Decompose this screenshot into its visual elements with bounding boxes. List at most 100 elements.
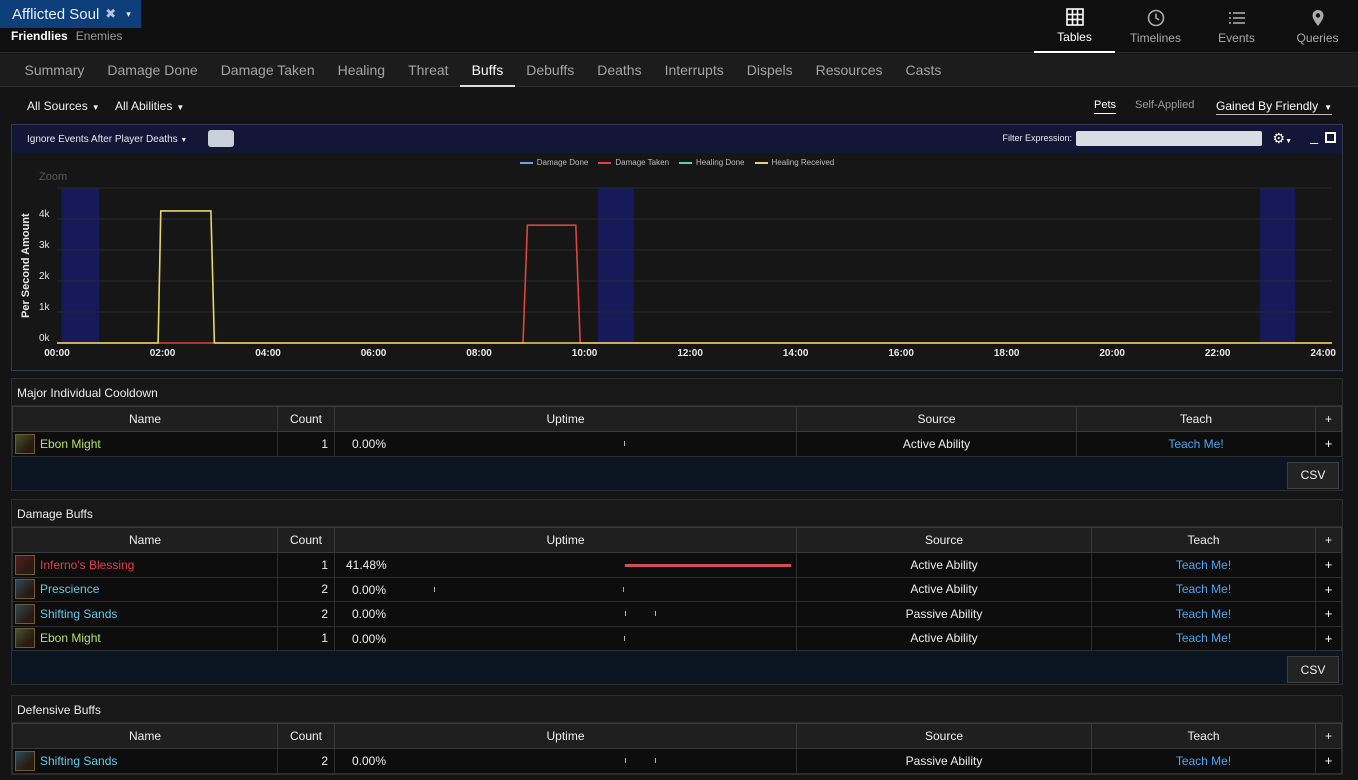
column-header[interactable]: + xyxy=(1315,406,1342,432)
tab-buffs[interactable]: Buffs xyxy=(460,54,515,87)
legend-item[interactable]: Healing Received xyxy=(754,158,834,167)
ability-name[interactable]: Prescience xyxy=(40,582,99,596)
csv-button[interactable]: CSV xyxy=(1287,656,1339,683)
nav-events[interactable]: Events xyxy=(1196,0,1277,53)
legend-item[interactable]: Damage Taken xyxy=(598,158,669,167)
column-header[interactable]: Uptime xyxy=(334,723,797,749)
column-header[interactable]: Name xyxy=(12,527,278,553)
teach-me-link[interactable]: Teach Me! xyxy=(1091,748,1316,774)
expand-row-button[interactable]: + xyxy=(1315,601,1342,627)
abilities-label: All Abilities xyxy=(115,99,173,113)
ignore-deaths-dropdown[interactable]: Ignore Events After Player Deaths ▼ xyxy=(27,134,187,145)
teach-me-link[interactable]: Teach Me! xyxy=(1091,576,1316,602)
column-header[interactable]: Teach xyxy=(1076,406,1316,432)
tab-threat[interactable]: Threat xyxy=(397,54,460,87)
column-header[interactable]: Count xyxy=(277,406,335,432)
teach-me-link[interactable]: Teach Me! xyxy=(1091,552,1316,578)
column-header[interactable]: + xyxy=(1315,527,1342,553)
ability-name[interactable]: Shifting Sands xyxy=(40,754,117,768)
pets-toggle[interactable]: Pets xyxy=(1094,99,1117,114)
ability-name[interactable]: Ebon Might xyxy=(40,437,101,451)
nav-tables[interactable]: Tables xyxy=(1034,0,1115,53)
legend-item[interactable]: Healing Done xyxy=(679,158,745,167)
y-tick-label: 1k xyxy=(39,302,51,313)
gained-by-label: Gained By Friendly xyxy=(1216,99,1319,113)
table-row[interactable]: Prescience 2 0.00% Active Ability Teach Me! + xyxy=(12,576,1342,602)
expand-row-button[interactable]: + xyxy=(1315,625,1342,651)
fight-selector[interactable]: Afflicted Soul ✖ ▾ xyxy=(0,0,141,28)
table-row[interactable]: Shifting Sands 2 0.00% Passive Ability Teach… xyxy=(12,601,1342,627)
self-applied-toggle[interactable]: Self-Applied xyxy=(1135,99,1194,111)
zoom-label[interactable]: Zoom xyxy=(39,171,67,183)
column-header[interactable]: Uptime xyxy=(334,527,797,553)
column-header[interactable]: Name xyxy=(12,723,278,749)
tab-enemies[interactable]: Enemies xyxy=(76,29,123,43)
chevron-down-icon: ▼ xyxy=(91,103,100,112)
column-header[interactable]: Source xyxy=(796,406,1077,432)
legend-label: Healing Done xyxy=(696,158,745,167)
ability-cell: Ebon Might xyxy=(12,625,278,651)
ability-cell: Ebon Might xyxy=(12,431,278,457)
ability-name[interactable]: Ebon Might xyxy=(40,631,101,645)
filter-expression-input[interactable] xyxy=(1076,131,1262,146)
expand-row-button[interactable]: + xyxy=(1315,748,1342,774)
column-header[interactable]: Teach xyxy=(1091,527,1316,553)
sources-dropdown[interactable]: All Sources ▼ xyxy=(27,99,100,113)
column-header[interactable]: + xyxy=(1315,723,1342,749)
series-line-healing-received[interactable] xyxy=(57,210,1332,344)
gear-icon[interactable]: ⚙▼ xyxy=(1273,130,1293,147)
fight-name: Afflicted Soul xyxy=(12,5,100,23)
tab-friendlies[interactable]: Friendlies xyxy=(11,29,68,43)
csv-button[interactable]: CSV xyxy=(1287,461,1339,489)
teach-me-link[interactable]: Teach Me! xyxy=(1091,625,1316,651)
expand-row-button[interactable]: + xyxy=(1315,552,1342,578)
tab-dispels[interactable]: Dispels xyxy=(735,54,804,87)
uptime-chart[interactable]: Zoom 0k 1k 2k 3k 4k 00:00 02:00 04:00 06:00 08:00 1… xyxy=(12,153,1342,370)
nav-label: Timelines xyxy=(1130,30,1181,45)
uptime-cell: 41.48% xyxy=(334,552,797,578)
column-header[interactable]: Count xyxy=(277,527,335,553)
tab-debuffs[interactable]: Debuffs xyxy=(515,54,586,87)
expand-row-button[interactable]: + xyxy=(1315,431,1342,457)
column-header[interactable]: Source xyxy=(796,527,1092,553)
chevron-down-icon[interactable]: ▾ xyxy=(126,9,131,20)
ability-name[interactable]: Shifting Sands xyxy=(40,607,117,621)
maximize-icon[interactable] xyxy=(1325,132,1336,143)
abilities-dropdown[interactable]: All Abilities ▼ xyxy=(115,99,184,113)
column-header[interactable]: Count xyxy=(277,723,335,749)
uptime-tick xyxy=(655,611,656,616)
teach-me-link[interactable]: Teach Me! xyxy=(1091,601,1316,627)
column-header[interactable]: Name xyxy=(12,406,278,432)
tab-summary[interactable]: Summary xyxy=(13,54,96,87)
gained-by-dropdown[interactable]: Gained By Friendly ▼ xyxy=(1216,99,1332,115)
close-icon[interactable]: ✖ xyxy=(105,6,116,22)
tab-healing[interactable]: Healing xyxy=(326,54,396,87)
nav-label: Tables xyxy=(1057,29,1092,44)
x-tick-label: 16:00 xyxy=(888,348,914,359)
expand-row-button[interactable]: + xyxy=(1315,576,1342,602)
tab-casts[interactable]: Casts xyxy=(894,54,953,87)
ability-name[interactable]: Inferno's Blessing xyxy=(40,558,134,572)
table-row[interactable]: Ebon Might 1 0.00% Active Ability Teach Me! + xyxy=(12,431,1342,457)
column-header[interactable]: Source xyxy=(796,723,1092,749)
minimize-icon[interactable]: _ xyxy=(1310,128,1318,144)
column-header[interactable]: Uptime xyxy=(334,406,797,432)
ignore-deaths-toggle[interactable] xyxy=(208,130,234,147)
death-band xyxy=(1259,188,1296,343)
table-row[interactable]: Inferno's Blessing 1 41.48% Active Ability T… xyxy=(12,552,1342,578)
nav-timelines[interactable]: Timelines xyxy=(1115,0,1196,53)
uptime-cell: 0.00% xyxy=(334,625,797,651)
series-line-damage-taken[interactable] xyxy=(57,224,1332,344)
table-row[interactable]: Shifting Sands 2 0.00% Passive Ability Teach… xyxy=(12,748,1342,774)
teach-me-link[interactable]: Teach Me! xyxy=(1076,431,1316,457)
tab-resources[interactable]: Resources xyxy=(804,54,894,87)
tab-damage-done[interactable]: Damage Done xyxy=(96,54,209,87)
column-header[interactable]: Teach xyxy=(1091,723,1316,749)
table-row[interactable]: Ebon Might 1 0.00% Active Ability Teach Me! + xyxy=(12,625,1342,651)
tab-interrupts[interactable]: Interrupts xyxy=(653,54,735,87)
nav-queries[interactable]: Queries xyxy=(1277,0,1358,53)
legend-item[interactable]: Damage Done xyxy=(519,158,588,167)
tab-damage-taken[interactable]: Damage Taken xyxy=(209,54,326,87)
x-tick-label: 18:00 xyxy=(994,348,1020,359)
tab-deaths[interactable]: Deaths xyxy=(586,54,653,87)
